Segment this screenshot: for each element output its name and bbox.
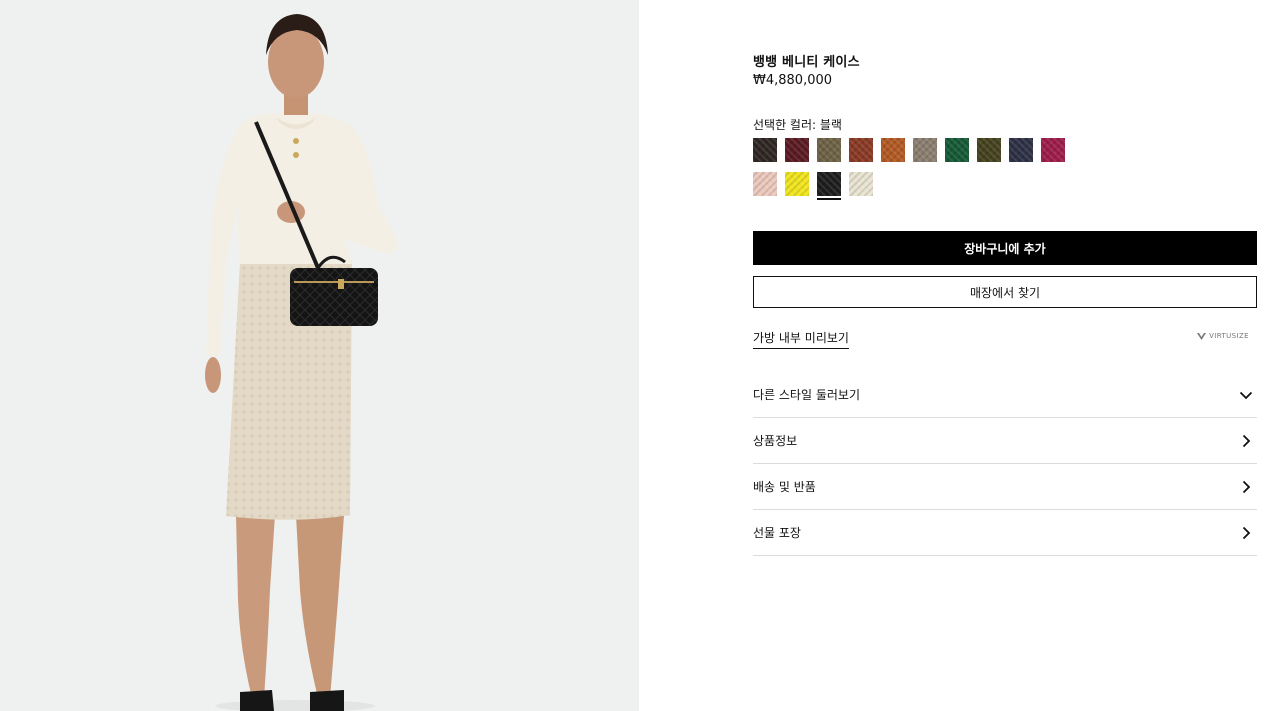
color-swatch-pink[interactable]	[753, 172, 777, 196]
color-swatch-rust[interactable]	[849, 138, 873, 162]
color-swatches	[753, 138, 1093, 206]
virtusize-text: VIRTUSIZE	[1209, 332, 1249, 340]
accordion-gift-wrap[interactable]: 선물 포장	[753, 510, 1257, 556]
chevron-right-icon	[1235, 522, 1257, 544]
product-price: ₩4,880,000	[753, 73, 833, 88]
color-swatch-taupe[interactable]	[913, 138, 937, 162]
color-swatch-dark-brown[interactable]	[753, 138, 777, 162]
color-swatch-olive-taupe[interactable]	[817, 138, 841, 162]
color-swatch-copper[interactable]	[881, 138, 905, 162]
selected-color-label: 선택한 컬러: 블랙	[753, 118, 842, 132]
color-swatch-moss[interactable]	[977, 138, 1001, 162]
color-swatch-green[interactable]	[945, 138, 969, 162]
add-to-cart-button[interactable]: 장바구니에 추가	[753, 231, 1257, 265]
color-swatch-burgundy[interactable]	[785, 138, 809, 162]
accordion-label: 다른 스타일 둘러보기	[753, 388, 860, 402]
accordion-shipping-returns[interactable]: 배송 및 반품	[753, 464, 1257, 510]
accordion-label: 배송 및 반품	[753, 480, 816, 494]
chevron-right-icon	[1235, 430, 1257, 452]
model-illustration	[205, 14, 399, 711]
color-swatch-yellow[interactable]	[785, 172, 809, 196]
product-image	[0, 0, 639, 711]
accordion-product-info[interactable]: 상품정보	[753, 418, 1257, 464]
color-swatch-raspberry[interactable]	[1041, 138, 1065, 162]
accordion-explore-styles[interactable]: 다른 스타일 둘러보기	[753, 372, 1257, 418]
virtusize-icon	[1197, 332, 1207, 340]
product-detail-panel: 뱅뱅 베니티 케이스 ₩4,880,000 선택한 컬러: 블랙 장바구니에 추…	[753, 0, 1257, 711]
virtusize-logo[interactable]: VIRTUSIZE	[1197, 332, 1249, 340]
chevron-right-icon	[1235, 476, 1257, 498]
color-swatch-cream[interactable]	[849, 172, 873, 196]
chevron-down-icon	[1235, 384, 1257, 406]
accordion-label: 상품정보	[753, 434, 798, 448]
swatch-row-2	[753, 172, 1093, 200]
color-swatch-navy[interactable]	[1009, 138, 1033, 162]
info-accordion: 다른 스타일 둘러보기 상품정보 배송 및 반품 선물 포장	[753, 372, 1257, 556]
product-title: 뱅뱅 베니티 케이스	[753, 55, 860, 70]
preview-inside-link[interactable]: 가방 내부 미리보기	[753, 329, 849, 349]
color-swatch-black[interactable]	[817, 172, 841, 200]
swatch-row-1	[753, 138, 1093, 162]
accordion-label: 선물 포장	[753, 526, 801, 540]
find-in-store-button[interactable]: 매장에서 찾기	[753, 276, 1257, 308]
